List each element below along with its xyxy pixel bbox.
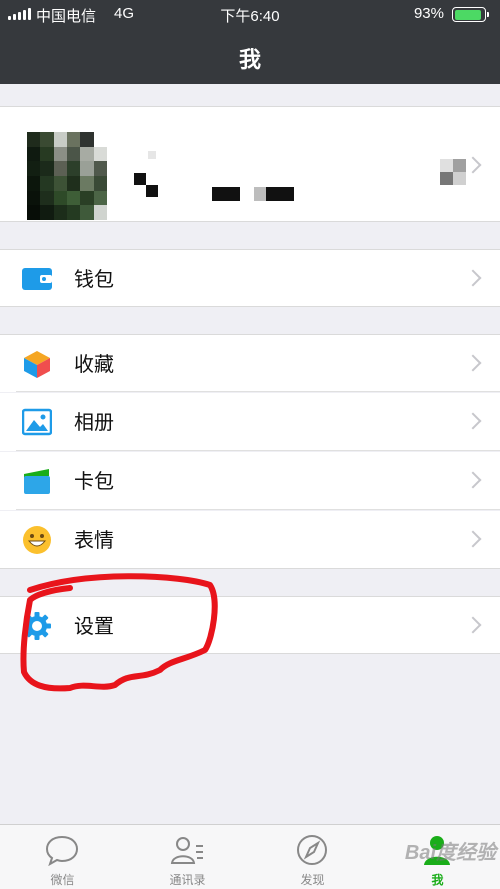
compass-icon (294, 834, 330, 866)
profile-card[interactable] (0, 106, 500, 222)
menu-item-card-package[interactable]: 卡包 (0, 452, 500, 510)
battery-icon (452, 7, 489, 22)
page-title: 我 (238, 48, 261, 73)
contacts-icon (169, 834, 205, 866)
menu-item-label: 收藏 (74, 352, 114, 376)
menu-item-favorites[interactable]: 收藏 (0, 334, 500, 392)
tab-contacts[interactable]: 通讯录 (125, 825, 250, 889)
nickname-mosaic (148, 151, 156, 159)
row-divider (16, 450, 500, 451)
avatar (27, 132, 107, 220)
tab-label: 通讯录 (169, 873, 206, 887)
card-package-icon (22, 466, 52, 496)
gear-icon (22, 611, 52, 641)
chevron-right-icon (464, 354, 482, 372)
nickname-mosaic (134, 173, 146, 185)
nickname-mosaic (146, 185, 158, 197)
menu-item-label: 相册 (74, 410, 114, 434)
status-bar: 中国电信 4G 下午6:40 93% (0, 0, 500, 28)
battery-fill (454, 9, 482, 20)
wechat-id-mosaic (266, 187, 294, 201)
menu-item-label: 设置 (74, 614, 114, 638)
chevron-right-icon (464, 156, 482, 174)
chevron-right-icon (464, 530, 482, 548)
tab-label: 微信 (50, 873, 75, 887)
menu-item-wallet[interactable]: 钱包 (0, 249, 500, 307)
favorites-cube-icon (22, 349, 52, 379)
menu-item-label: 钱包 (74, 267, 114, 291)
watermark: Bai度经验 (404, 842, 496, 864)
header-bar: 中国电信 4G 下午6:40 93% 我 (0, 0, 500, 84)
menu-item-label: 表情 (74, 528, 114, 552)
tab-chats[interactable]: 微信 (0, 825, 125, 889)
battery-percent: 93% (413, 5, 444, 22)
tab-label: 发现 (300, 873, 325, 887)
wechat-id-mosaic (212, 187, 240, 201)
chat-bubble-icon (44, 834, 80, 867)
chevron-right-icon (464, 471, 482, 489)
emoji-smile-icon (22, 525, 52, 555)
menu-item-settings[interactable]: 设置 (0, 596, 500, 654)
row-divider (16, 391, 500, 392)
wallet-icon (22, 264, 52, 294)
tab-discover[interactable]: 发现 (250, 825, 375, 889)
wechat-id-mosaic (254, 187, 266, 201)
chevron-right-icon (464, 269, 482, 287)
row-divider (16, 509, 500, 510)
menu-item-label: 卡包 (74, 469, 114, 493)
tab-label: 我 (431, 873, 444, 887)
chevron-right-icon (464, 412, 482, 430)
chevron-right-icon (464, 616, 482, 634)
menu-item-emoji[interactable]: 表情 (0, 511, 500, 569)
menu-item-album[interactable]: 相册 (0, 393, 500, 451)
qr-code-icon[interactable] (440, 159, 466, 185)
album-icon (21, 407, 53, 437)
